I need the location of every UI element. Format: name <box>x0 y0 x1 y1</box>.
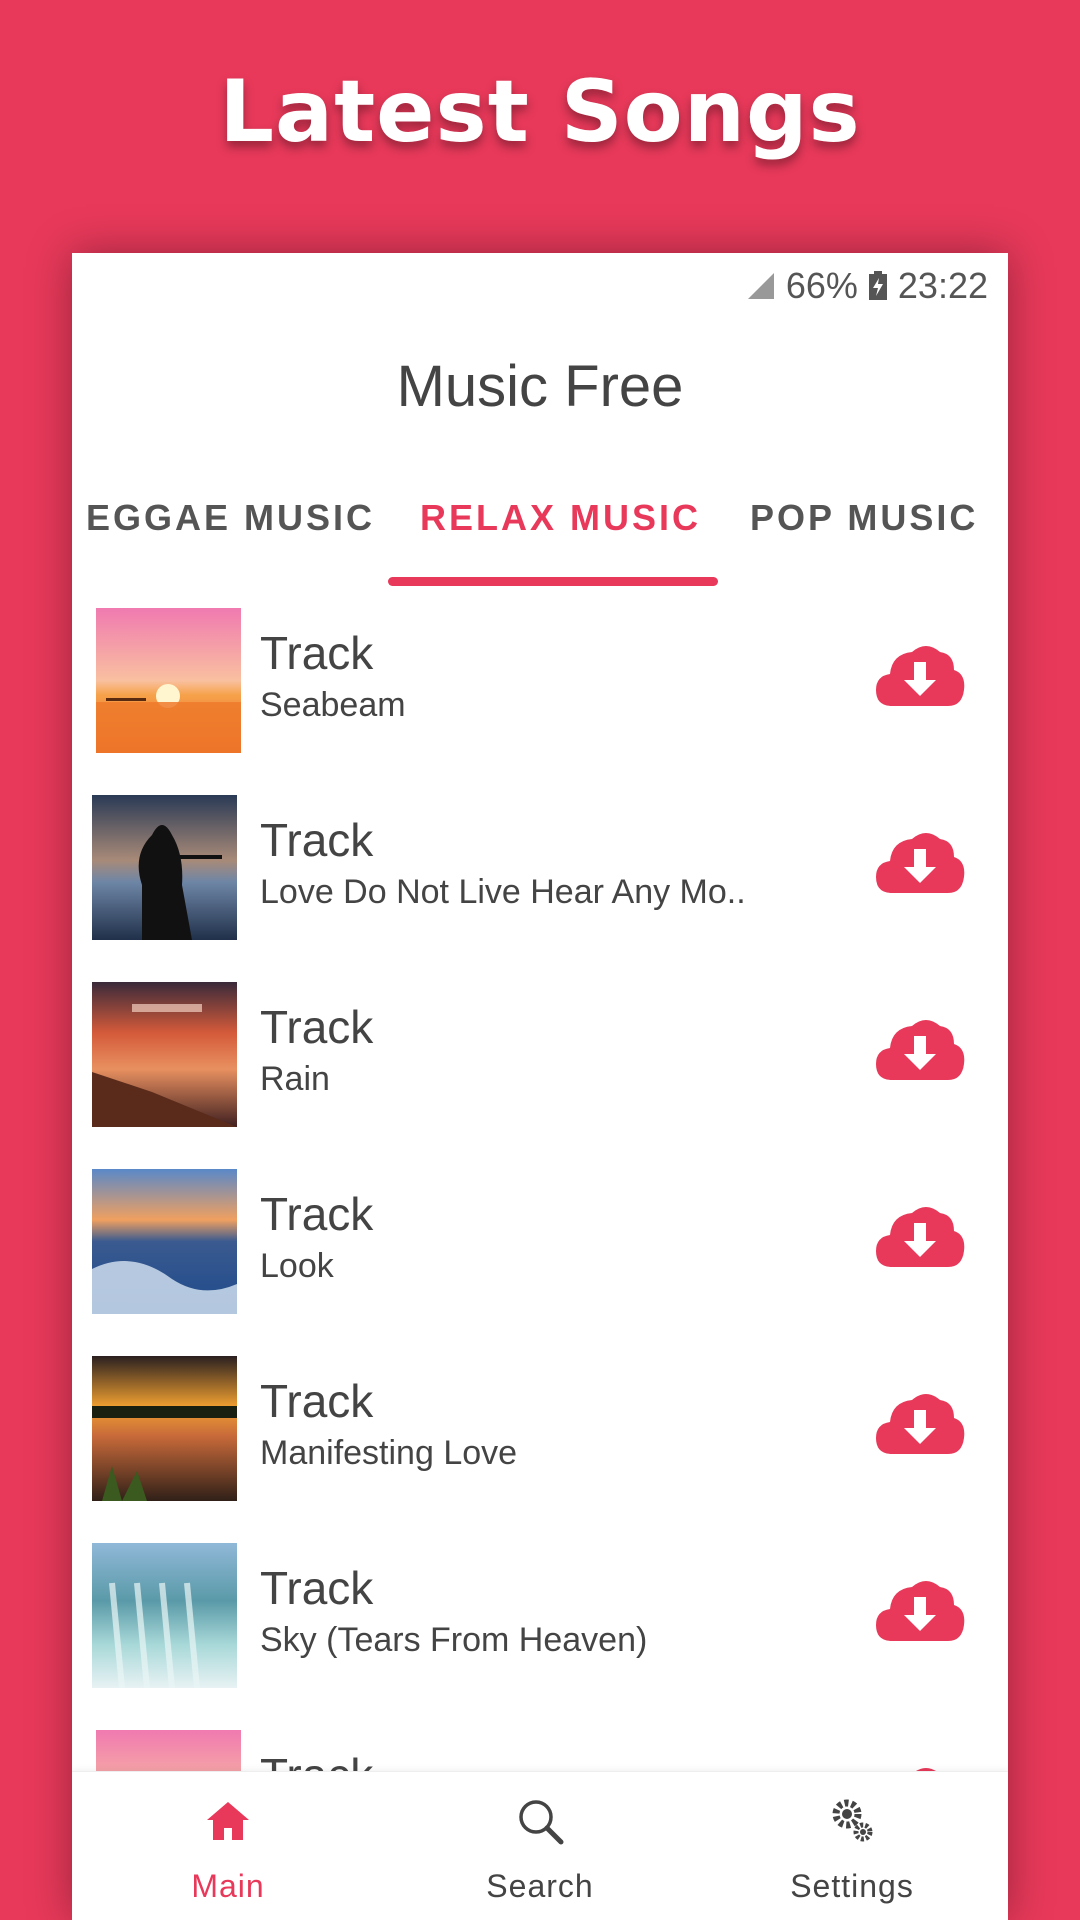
album-art-thumbnail <box>92 1356 237 1501</box>
track-name: Manifesting Love <box>260 1434 518 1472</box>
cloud-download-icon[interactable] <box>874 1575 966 1645</box>
track-name: Love Do Not Live Hear Any Mo.. <box>260 873 746 911</box>
app-title: Music Free <box>396 354 684 419</box>
active-tab-indicator <box>388 577 718 586</box>
track-name: Look <box>260 1247 334 1285</box>
track-row[interactable]: Track Sky (Tears From Heaven) <box>72 1533 1008 1720</box>
phone-screen: 66% 23:22 Music Free EGGAE MUSIC RELAX M… <box>72 253 1008 1920</box>
category-tabs: EGGAE MUSIC RELAX MUSIC POP MUSIC <box>72 483 1008 583</box>
track-name: Seabeam <box>260 686 406 724</box>
battery-percent: 66% <box>785 265 858 306</box>
nav-settings-label: Settings <box>790 1868 914 1904</box>
tab-reggae-music[interactable]: EGGAE MUSIC <box>86 483 375 553</box>
nav-search-label: Search <box>486 1868 594 1904</box>
cloud-download-icon[interactable] <box>874 1388 966 1458</box>
nav-search[interactable]: Search <box>384 1772 696 1920</box>
track-title: Track <box>260 1748 373 1772</box>
track-row[interactable]: Track Seabeam <box>72 598 1008 785</box>
track-row[interactable]: Track Rain <box>72 972 1008 1159</box>
promo-title: Latest Songs <box>219 62 861 162</box>
cloud-download-icon[interactable] <box>874 827 966 897</box>
track-row[interactable]: Track Manifesting Love <box>72 1346 1008 1533</box>
track-name: Sky (Tears From Heaven) <box>260 1621 648 1659</box>
track-row[interactable]: Track Love Do Not Live Hear Any Mo.. <box>72 785 1008 972</box>
track-title: Track <box>260 1375 374 1427</box>
search-icon <box>519 1800 564 1845</box>
signal-icon <box>747 273 774 299</box>
track-title: Track <box>260 1188 374 1240</box>
gear-icon <box>832 1799 873 1842</box>
clock: 23:22 <box>897 265 988 306</box>
track-list: Track Seabeam Track Love Do Not Live Hea… <box>72 598 1008 1772</box>
track-title: Track <box>260 814 374 866</box>
album-art-thumbnail <box>92 1169 237 1314</box>
nav-main-label: Main <box>191 1868 265 1904</box>
nav-settings[interactable]: Settings <box>696 1772 1008 1920</box>
album-art-thumbnail <box>92 1543 237 1688</box>
nav-main[interactable]: Main <box>72 1772 384 1920</box>
battery-icon <box>868 271 887 300</box>
status-bar: 66% 23:22 <box>72 253 1008 319</box>
album-art-thumbnail <box>96 1730 241 1772</box>
home-icon <box>207 1802 249 1840</box>
track-title: Track <box>260 1001 374 1053</box>
track-row[interactable]: Track <box>72 1720 1008 1772</box>
track-title: Track <box>260 1562 374 1614</box>
track-name: Rain <box>260 1060 330 1098</box>
cloud-download-icon[interactable] <box>874 1201 966 1271</box>
track-row[interactable]: Track Look <box>72 1159 1008 1346</box>
track-title: Track <box>260 627 374 679</box>
album-art-thumbnail <box>96 608 241 753</box>
tab-pop-music[interactable]: POP MUSIC <box>750 483 978 553</box>
cloud-download-icon[interactable] <box>874 640 966 710</box>
bottom-navigation: Main Search Settings <box>72 1771 1008 1920</box>
tab-relax-music[interactable]: RELAX MUSIC <box>420 483 701 553</box>
cloud-download-icon[interactable] <box>874 1014 966 1084</box>
album-art-thumbnail <box>92 795 237 940</box>
album-art-thumbnail <box>92 982 237 1127</box>
